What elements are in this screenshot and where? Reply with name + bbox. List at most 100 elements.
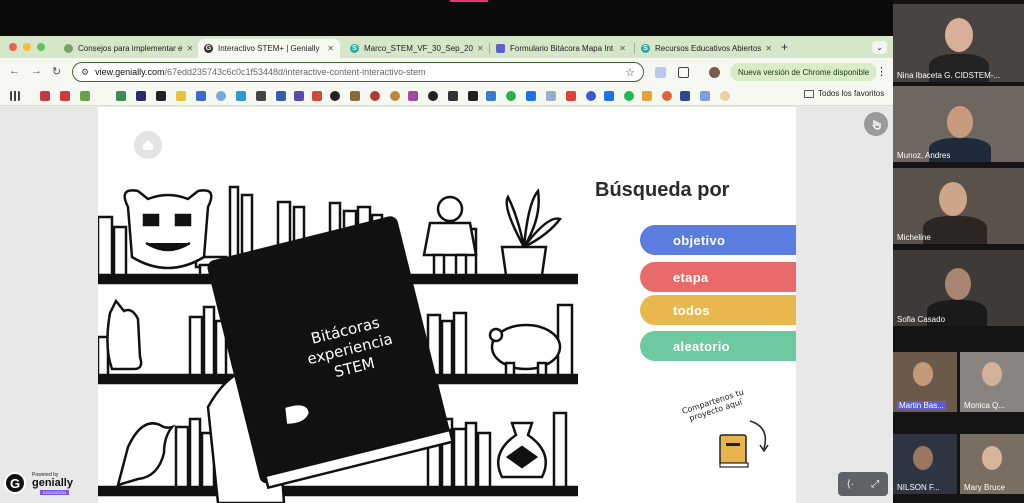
screen: Consejos para implementar e ✕ G Interact… (0, 0, 1024, 503)
close-tab-icon[interactable]: ✕ (473, 44, 484, 53)
filter-objetivo-button[interactable]: objetivo (640, 225, 796, 255)
filter-todos-button[interactable]: todos (640, 295, 796, 325)
bookmark-icon[interactable] (624, 91, 634, 101)
share-project-button[interactable] (706, 415, 776, 475)
genially-logo-icon: G (4, 472, 26, 494)
bookmark-icon[interactable] (136, 91, 146, 101)
participant-tile[interactable]: Nina Ibaceta G. CIDSTEM-... (893, 4, 1024, 82)
genially-badge[interactable]: G Powered by genially EDUCATION (4, 470, 76, 498)
bookmark-icon[interactable] (586, 91, 596, 101)
share-icon[interactable]: ⟨· (847, 479, 854, 490)
bookmark-icon[interactable] (408, 91, 418, 101)
tab-title: Marco_STEM_VF_30_Sep_20 (364, 44, 473, 53)
bookmark-icon[interactable] (350, 91, 360, 101)
bookmark-icon[interactable] (448, 91, 458, 101)
tab-search-button[interactable]: ⌄ (872, 41, 887, 54)
doc-icon (64, 44, 73, 53)
bookmark-icon[interactable] (60, 91, 70, 101)
chrome-update-button[interactable]: Nueva versión de Chrome disponible (730, 63, 878, 81)
bookmark-icon[interactable] (720, 91, 730, 101)
tab-consejos[interactable]: Consejos para implementar e ✕ (58, 39, 194, 58)
extension-icon[interactable] (655, 67, 666, 78)
folder-icon (804, 89, 814, 98)
genially-icon: G (204, 44, 213, 53)
bookmark-icon[interactable] (566, 91, 576, 101)
bookmark-icon[interactable] (526, 91, 536, 101)
bookmark-icon[interactable] (196, 91, 206, 101)
bookmark-icon[interactable] (506, 91, 516, 101)
bookmark-icon[interactable] (176, 91, 186, 101)
participant-tile[interactable]: Martin Bas... (893, 352, 957, 412)
bookmark-icon[interactable] (256, 91, 266, 101)
tab-formulario[interactable]: Formulario Bitácora Mapa Int ✕ (490, 39, 632, 58)
participant-name: Martin Bas... (897, 401, 946, 410)
bookmark-icon[interactable] (700, 91, 710, 101)
tab-title: Consejos para implementar e (78, 44, 183, 53)
bookmark-icon[interactable] (116, 91, 126, 101)
filter-aleatorio-button[interactable]: aleatorio (640, 331, 796, 361)
url-bar[interactable]: ⚙ view.genially.com/67edd235743c6c0c1f53… (72, 62, 644, 82)
maximize-window-icon[interactable] (37, 43, 45, 51)
pointer-button[interactable] (864, 112, 888, 136)
participant-video (982, 362, 1002, 386)
bookmark-icon[interactable] (370, 91, 380, 101)
tab-genially[interactable]: G Interactivo STEM+ | Genially ✕ (198, 39, 340, 58)
bookmarks-bar: Todos los favoritos (0, 86, 893, 106)
participant-video (982, 446, 1002, 470)
site-info-icon[interactable]: ⚙ (81, 67, 89, 78)
participant-tile[interactable]: Munoz, Andres (893, 86, 1024, 162)
tab-marco-stem[interactable]: S Marco_STEM_VF_30_Sep_20 ✕ (344, 39, 486, 58)
bookmark-icon[interactable] (642, 91, 652, 101)
profile-avatar[interactable] (709, 67, 720, 78)
participant-name: NILSON F... (897, 483, 940, 492)
participant-name: Munoz, Andres (897, 151, 951, 160)
puzzle-icon[interactable] (678, 67, 689, 78)
filter-etapa-button[interactable]: etapa (640, 262, 796, 292)
close-tab-icon[interactable]: ✕ (183, 44, 194, 53)
fullscreen-icon[interactable]: ⤢ (871, 479, 879, 490)
close-tab-icon[interactable]: ✕ (615, 44, 626, 53)
reload-icon[interactable]: ↻ (52, 65, 61, 78)
bookmark-icon[interactable] (546, 91, 556, 101)
bookmark-icon[interactable] (156, 91, 166, 101)
forward-icon[interactable]: → (31, 65, 42, 77)
bookmark-icon[interactable] (294, 91, 304, 101)
participant-tile[interactable]: Micheline (893, 168, 1024, 244)
bookmark-icon[interactable] (604, 91, 614, 101)
close-tab-icon[interactable]: ✕ (761, 44, 772, 53)
all-bookmarks-folder[interactable]: Todos los favoritos (804, 89, 884, 98)
new-tab-button[interactable]: + (781, 40, 788, 54)
bookmark-icon[interactable] (390, 91, 400, 101)
bookmark-icon[interactable] (276, 91, 286, 101)
close-tab-icon[interactable]: ✕ (323, 44, 334, 53)
bookmark-icon[interactable] (662, 91, 672, 101)
bookmark-icon[interactable] (80, 91, 90, 101)
genially-slide: Bitácoras experiencia STEM Búsqueda por … (98, 107, 796, 503)
back-icon[interactable]: ← (9, 65, 20, 77)
bookmark-icon[interactable] (428, 91, 438, 101)
participant-video (913, 446, 933, 470)
bookmark-icon[interactable] (216, 91, 226, 101)
participant-name: Mary Bruce (964, 483, 1005, 492)
minimize-window-icon[interactable] (23, 43, 31, 51)
tab-recursos[interactable]: S Recursos Educativos Abiertos ✕ (635, 39, 777, 58)
address-toolbar: ← → ↻ ⚙ view.genially.com/67edd235743c6c… (0, 58, 893, 86)
bookmark-icon[interactable] (680, 91, 690, 101)
participant-tile[interactable]: Monica Q... (960, 352, 1024, 412)
bookmark-icon[interactable] (40, 91, 50, 101)
bookmark-icon[interactable] (468, 91, 478, 101)
participant-name: Nina Ibaceta G. CIDSTEM-... (897, 71, 1001, 80)
bookmark-icon[interactable] (330, 91, 340, 101)
bookmark-icon[interactable] (312, 91, 322, 101)
participant-tile[interactable]: Sofia Casado (893, 250, 1024, 326)
participant-tile[interactable]: Mary Bruce (960, 434, 1024, 494)
participant-tile[interactable]: NILSON F... (893, 434, 957, 494)
apps-grid-icon[interactable] (10, 91, 20, 101)
bookmark-star-icon[interactable]: ☆ (625, 66, 635, 79)
more-menu-icon[interactable]: ⋮ (876, 65, 887, 78)
recording-indicator (450, 0, 488, 2)
bookmark-icon[interactable] (486, 91, 496, 101)
s-icon: S (641, 44, 650, 53)
close-window-icon[interactable] (9, 43, 17, 51)
bookmark-icon[interactable] (236, 91, 246, 101)
